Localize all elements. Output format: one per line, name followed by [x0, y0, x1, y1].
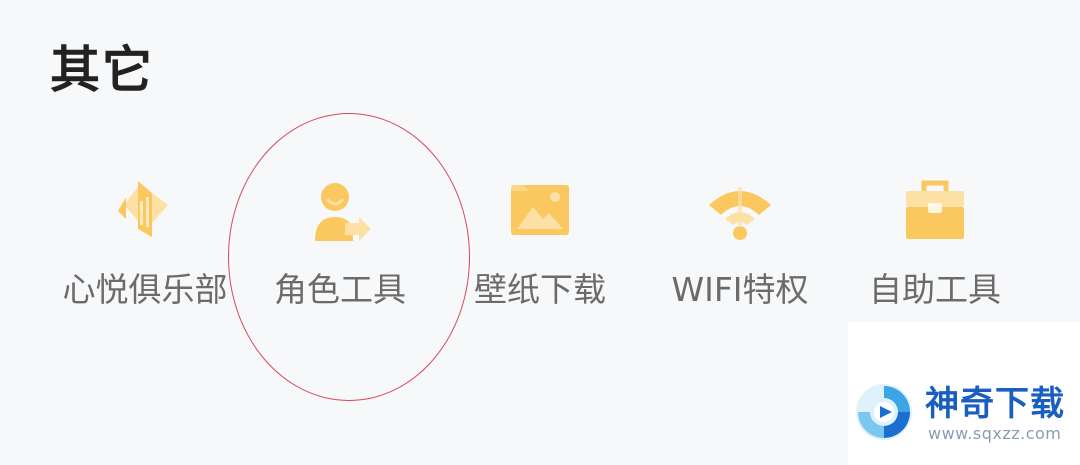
club-icon [110, 175, 180, 245]
role-tool-icon [305, 175, 375, 245]
watermark-brand-name: 神奇下载 [925, 384, 1065, 424]
grid-item-club[interactable]: 心悦俱乐部 [45, 175, 245, 325]
watermark-logo-icon [852, 380, 916, 444]
grid-item-wifi[interactable]: WIFI特权 [640, 175, 840, 325]
grid-item-label: 角色工具 [274, 270, 406, 309]
grid-item-toolbox[interactable]: 自助工具 [835, 175, 1035, 325]
grid-item-role-tool[interactable]: 角色工具 [240, 175, 440, 325]
grid-item-label: 心悦俱乐部 [62, 270, 228, 309]
grid-item-label: 自助工具 [869, 270, 1001, 309]
grid-item-label: 壁纸下载 [474, 270, 606, 309]
watermark-url: www.sqxzz.com [928, 424, 1062, 443]
section-title: 其它 [50, 41, 154, 99]
wallpaper-icon [505, 175, 575, 245]
wifi-icon [705, 175, 775, 245]
tool-grid: 心悦俱乐部 角色工具 壁纸下载 WIFI特权 自助工具 [40, 175, 1040, 325]
toolbox-icon [900, 175, 970, 245]
grid-item-wallpaper[interactable]: 壁纸下载 [440, 175, 640, 325]
grid-item-label: WIFI特权 [671, 270, 809, 309]
